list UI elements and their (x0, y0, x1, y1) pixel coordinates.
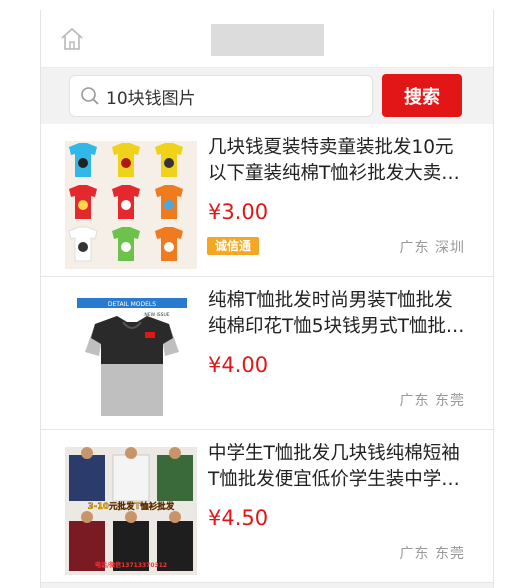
search-field[interactable] (69, 75, 373, 117)
home-icon[interactable] (59, 26, 85, 52)
tshirt-grid (68, 143, 183, 262)
product-price: ¥3.00 (208, 200, 269, 224)
product-location: 广东 深圳 (399, 240, 465, 256)
product-image[interactable] (65, 141, 197, 269)
image-heading: DETAIL MODELS (108, 301, 156, 308)
product-name[interactable]: 纯棉T恤批发时尚男装T恤批发纯棉印花T恤5块钱男式T恤批… (208, 288, 468, 340)
image-phone: 电话/微信13713370312 (95, 561, 167, 569)
product-item[interactable]: 几块钱夏装特卖童装批发10元以下童装纯棉T恤衫批发大卖… ¥3.00 诚信通 广… (41, 124, 493, 277)
product-location: 广东 东莞 (399, 393, 465, 409)
product-image[interactable]: DETAIL MODELS NEW ISSUE (65, 294, 197, 422)
trust-badge: 诚信通 (207, 237, 260, 255)
product-location: 广东 东莞 (399, 546, 465, 562)
top-bar (41, 10, 493, 68)
product-price: ¥4.50 (208, 506, 269, 530)
phone-frame: 搜索 (40, 10, 494, 588)
product-item[interactable]: DETAIL MODELS NEW ISSUE 纯棉T恤批发时尚男装T恤批发纯棉… (41, 277, 493, 430)
search-icon (81, 87, 99, 105)
product-list: 几块钱夏装特卖童装批发10元以下童装纯棉T恤衫批发大卖… ¥3.00 诚信通 广… (41, 124, 493, 583)
product-item[interactable]: 3-10元批发T恤衫批发 电话/微信13713370312 中学生T恤批发几块钱… (41, 430, 493, 583)
product-name[interactable]: 几块钱夏装特卖童装批发10元以下童装纯棉T恤衫批发大卖… (208, 135, 468, 187)
image-banner: 3-10元批发T恤衫批发 (88, 501, 175, 512)
page-title-placeholder (211, 24, 324, 56)
product-name[interactable]: 中学生T恤批发几块钱纯棉短袖T恤批发便宜低价学生装中学… (208, 441, 468, 493)
search-button[interactable]: 搜索 (382, 74, 462, 117)
product-image[interactable]: 3-10元批发T恤衫批发 电话/微信13713370312 (65, 447, 197, 575)
search-input[interactable] (106, 76, 364, 116)
product-price: ¥4.00 (208, 353, 269, 377)
search-bar: 搜索 (41, 68, 493, 124)
